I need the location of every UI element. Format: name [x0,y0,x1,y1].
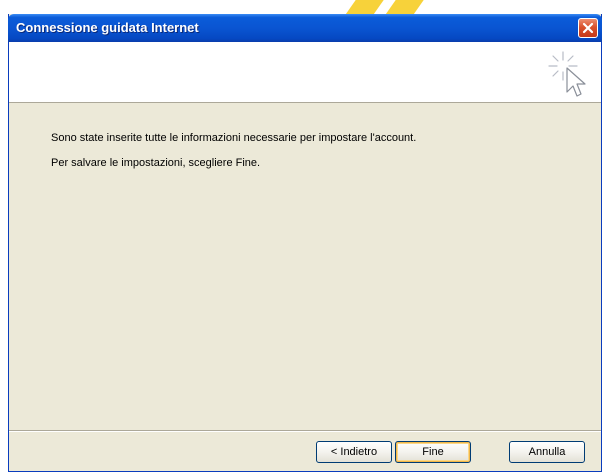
instruction-message: Per salvare le impostazioni, scegliere F… [51,157,261,169]
cursor-sparkle-icon [548,51,586,97]
window-title: Connessione guidata Internet [16,20,199,35]
close-icon [582,22,594,34]
back-button[interactable]: < Indietro [316,441,392,463]
close-button[interactable] [578,18,598,38]
footer-divider [9,430,601,432]
finish-button[interactable]: Fine [395,441,471,463]
cancel-button[interactable]: Annulla [509,441,585,463]
wizard-dialog: Connessione guidata Internet Sono state … [8,14,602,472]
title-bar[interactable]: Connessione guidata Internet [8,14,602,42]
wizard-header-panel [9,42,601,103]
completion-message: Sono state inserite tutte le informazion… [51,132,417,144]
wizard-content: Sono state inserite tutte le informazion… [51,132,571,182]
